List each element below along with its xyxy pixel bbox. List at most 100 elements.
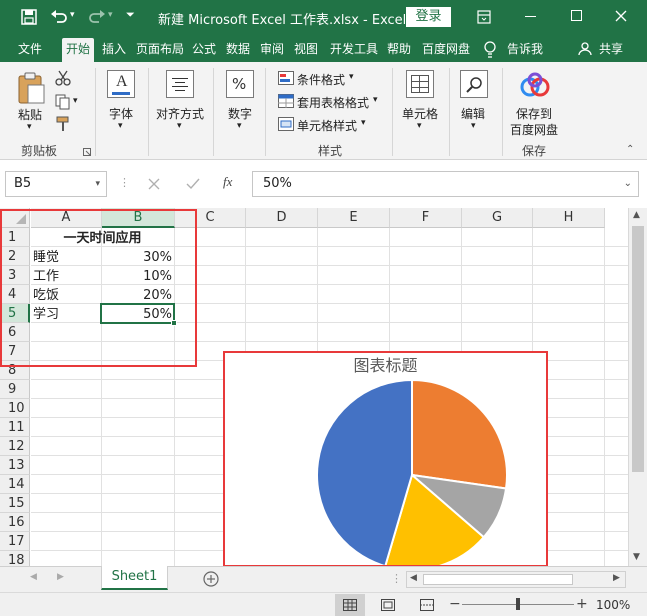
column-header-G[interactable]: G bbox=[462, 208, 533, 228]
conditional-format-icon[interactable] bbox=[278, 71, 294, 85]
alignment-icon[interactable] bbox=[166, 70, 194, 98]
name-box-dropdown-icon[interactable]: ▾ bbox=[95, 172, 100, 196]
insert-function-icon[interactable]: fx bbox=[223, 174, 232, 190]
next-sheet-icon[interactable]: ▶ bbox=[57, 572, 64, 582]
editing-label[interactable]: 编辑 bbox=[461, 105, 485, 122]
cut-icon[interactable] bbox=[55, 70, 71, 86]
redo-dropdown-icon[interactable]: ▾ bbox=[108, 10, 113, 20]
ribbon-display-options-icon[interactable] bbox=[477, 10, 491, 24]
horizontal-scrollbar[interactable]: ◀ ▶ bbox=[406, 571, 626, 588]
paste-icon[interactable] bbox=[16, 71, 46, 105]
table-format-icon[interactable] bbox=[278, 94, 294, 108]
cells-label[interactable]: 单元格 bbox=[402, 105, 438, 122]
row-header-10[interactable]: 10 bbox=[0, 399, 30, 418]
lightbulb-icon[interactable] bbox=[483, 41, 497, 59]
share-button[interactable]: 共享 bbox=[595, 38, 627, 62]
zoom-out-icon[interactable]: − bbox=[449, 596, 461, 612]
number-label[interactable]: 数字 bbox=[228, 105, 252, 122]
zoom-slider-thumb[interactable] bbox=[516, 598, 520, 610]
tab-developer[interactable]: 开发工具 bbox=[326, 38, 382, 62]
copy-dropdown-icon[interactable]: ▾ bbox=[73, 96, 78, 106]
row-header-14[interactable]: 14 bbox=[0, 475, 30, 494]
number-dropdown-icon[interactable]: ▾ bbox=[237, 121, 242, 131]
zoom-level[interactable]: 100% bbox=[596, 598, 630, 612]
vertical-scroll-thumb[interactable] bbox=[632, 226, 644, 472]
tab-file[interactable]: 文件 bbox=[10, 38, 50, 62]
number-format-icon[interactable]: % bbox=[226, 70, 254, 98]
row-header-9[interactable]: 9 bbox=[0, 380, 30, 399]
tab-split-grip-icon[interactable]: ⋮ bbox=[391, 572, 402, 585]
redo-icon[interactable] bbox=[88, 9, 106, 25]
row-header-13[interactable]: 13 bbox=[0, 456, 30, 475]
scroll-left-icon[interactable]: ◀ bbox=[410, 573, 417, 583]
column-header-D[interactable]: D bbox=[246, 208, 318, 228]
close-icon[interactable] bbox=[615, 10, 627, 22]
tab-help[interactable]: 帮助 bbox=[384, 38, 414, 62]
table-format-button[interactable]: 套用表格格式 bbox=[297, 94, 369, 111]
undo-icon[interactable] bbox=[50, 9, 68, 25]
table-format-dropdown-icon[interactable]: ▾ bbox=[373, 95, 378, 105]
zoom-in-icon[interactable]: + bbox=[576, 596, 588, 612]
scroll-down-icon[interactable]: ▼ bbox=[633, 552, 640, 562]
save-to-label[interactable]: 保存到 bbox=[516, 105, 552, 122]
sheet-tab-sheet1[interactable]: Sheet1 bbox=[101, 566, 168, 590]
font-label[interactable]: 字体 bbox=[109, 105, 133, 122]
row-header-11[interactable]: 11 bbox=[0, 418, 30, 437]
tab-baidu-pan[interactable]: 百度网盘 bbox=[418, 38, 474, 62]
tab-home[interactable]: 开始 bbox=[62, 38, 94, 62]
editing-dropdown-icon[interactable]: ▾ bbox=[471, 121, 476, 131]
cell-styles-button[interactable]: 单元格样式 bbox=[297, 117, 357, 134]
save-icon[interactable] bbox=[21, 9, 37, 25]
minimize-icon[interactable] bbox=[525, 16, 536, 17]
row-header-17[interactable]: 17 bbox=[0, 532, 30, 551]
page-layout-view-icon[interactable] bbox=[381, 599, 395, 611]
dialog-launcher-icon[interactable] bbox=[83, 148, 91, 156]
baidu-pan-icon[interactable] bbox=[520, 71, 550, 99]
tell-me-search[interactable]: 告诉我 bbox=[505, 38, 545, 62]
collapse-ribbon-icon[interactable]: ⌃ bbox=[626, 144, 634, 155]
name-box[interactable]: B5 ▾ bbox=[5, 171, 107, 197]
scroll-up-icon[interactable]: ▲ bbox=[633, 210, 640, 220]
prev-sheet-icon[interactable]: ◀ bbox=[30, 572, 37, 582]
share-person-icon[interactable] bbox=[578, 42, 592, 56]
horizontal-scroll-thumb[interactable] bbox=[423, 574, 573, 585]
tab-insert[interactable]: 插入 bbox=[98, 38, 130, 62]
font-dropdown-icon[interactable]: ▾ bbox=[118, 121, 123, 131]
cells-icon[interactable] bbox=[406, 70, 434, 98]
new-sheet-icon[interactable] bbox=[203, 571, 219, 587]
formula-input[interactable]: 50% ⌄ bbox=[252, 171, 639, 197]
paste-dropdown-icon[interactable]: ▾ bbox=[27, 122, 32, 132]
alignment-dropdown-icon[interactable]: ▾ bbox=[177, 121, 182, 131]
cell-styles-icon[interactable] bbox=[278, 117, 294, 131]
confirm-entry-icon[interactable] bbox=[186, 178, 200, 190]
maximize-icon[interactable] bbox=[571, 10, 582, 21]
row-header-18[interactable]: 18 bbox=[0, 551, 30, 566]
column-header-E[interactable]: E bbox=[318, 208, 390, 228]
row-header-12[interactable]: 12 bbox=[0, 437, 30, 456]
cell-styles-dropdown-icon[interactable]: ▾ bbox=[361, 118, 366, 128]
page-break-view-icon[interactable] bbox=[420, 599, 434, 611]
editing-search-icon[interactable] bbox=[460, 70, 488, 98]
font-icon[interactable]: A bbox=[107, 70, 135, 98]
paste-label[interactable]: 粘贴 bbox=[18, 106, 42, 123]
cancel-entry-icon[interactable] bbox=[148, 178, 160, 190]
scroll-right-icon[interactable]: ▶ bbox=[613, 573, 620, 583]
column-header-F[interactable]: F bbox=[390, 208, 462, 228]
tab-page-layout[interactable]: 页面布局 bbox=[133, 38, 187, 62]
vertical-scrollbar[interactable]: ▲ ▼ bbox=[628, 208, 647, 566]
login-button[interactable]: 登录 bbox=[406, 7, 451, 27]
expand-formula-bar-icon[interactable]: ⌄ bbox=[624, 172, 632, 196]
tab-review[interactable]: 审阅 bbox=[257, 38, 287, 62]
tab-formulas[interactable]: 公式 bbox=[189, 38, 219, 62]
conditional-format-dropdown-icon[interactable]: ▾ bbox=[349, 72, 354, 82]
cells-dropdown-icon[interactable]: ▾ bbox=[417, 121, 422, 131]
conditional-format-button[interactable]: 条件格式 bbox=[297, 71, 345, 88]
row-header-16[interactable]: 16 bbox=[0, 513, 30, 532]
customize-qat-icon[interactable]: ⏷ bbox=[126, 8, 135, 22]
tab-data[interactable]: 数据 bbox=[223, 38, 253, 62]
baidu-pan-label[interactable]: 百度网盘 bbox=[510, 121, 558, 138]
format-painter-icon[interactable] bbox=[55, 116, 71, 132]
column-header-H[interactable]: H bbox=[533, 208, 605, 228]
tab-view[interactable]: 视图 bbox=[291, 38, 321, 62]
normal-view-button[interactable] bbox=[335, 594, 365, 616]
